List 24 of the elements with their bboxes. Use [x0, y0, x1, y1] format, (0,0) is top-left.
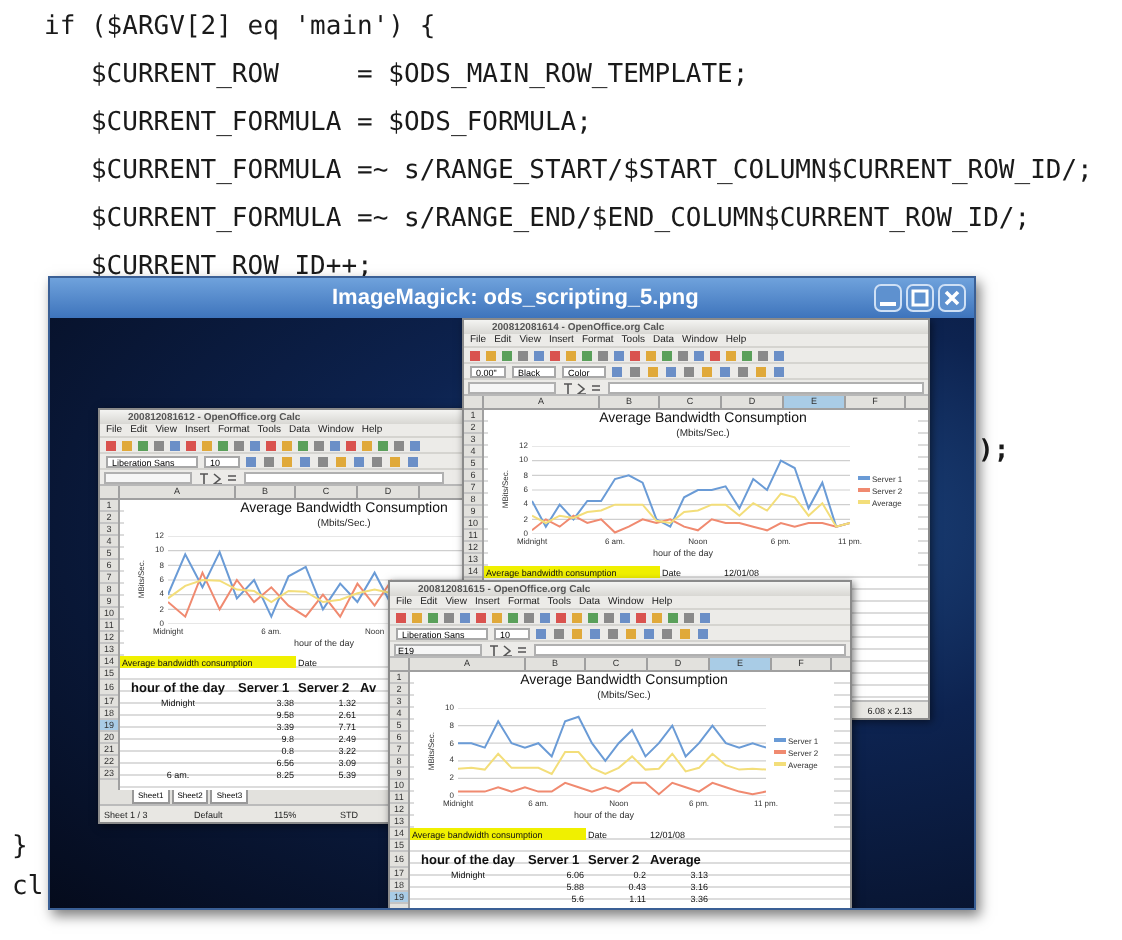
- formula-input-field[interactable]: [534, 643, 846, 655]
- code-line: $CURRENT_FORMULA =~ s/RANGE_END/$END_COLUMN$CURRENT_ROW_ID/;: [88, 202, 1031, 238]
- formula-input-field[interactable]: [608, 381, 924, 393]
- formula-input-field[interactable]: [244, 471, 444, 483]
- toolbar-icons-drawing[interactable]: [396, 611, 716, 623]
- code-line: );: [978, 436, 1010, 466]
- close-button[interactable]: [938, 284, 966, 312]
- code-line: cl: [12, 870, 44, 906]
- code-line: $CURRENT_FORMULA =~ s/RANGE_START/$START_COLUMN$CURRENT_ROW_ID/;: [88, 154, 1093, 190]
- code-line: $CURRENT_ROW = $ODS_MAIN_ROW_TEMPLATE;: [88, 58, 749, 94]
- code-line: $CURRENT_ROW_ID++;: [88, 250, 373, 286]
- maximize-button[interactable]: [906, 284, 934, 312]
- toolbar-icons-drawing[interactable]: [470, 349, 790, 361]
- formula-icons-drawing[interactable]: [488, 643, 528, 655]
- minimize-button[interactable]: [874, 284, 902, 312]
- name-box-field[interactable]: [468, 381, 556, 393]
- window-title: ImageMagick: ods_scripting_5.png: [332, 286, 699, 310]
- formula-icons-drawing[interactable]: [198, 471, 238, 483]
- code-line: $CURRENT_FORMULA = $ODS_FORMULA;: [88, 106, 592, 142]
- toolbar-icons-drawing[interactable]: [106, 439, 426, 451]
- name-box-field[interactable]: [104, 471, 192, 483]
- code-line: if ($ARGV[2] eq 'main') {: [44, 10, 436, 46]
- formula-icons-drawing[interactable]: [562, 381, 602, 393]
- code-line: }: [12, 830, 28, 866]
